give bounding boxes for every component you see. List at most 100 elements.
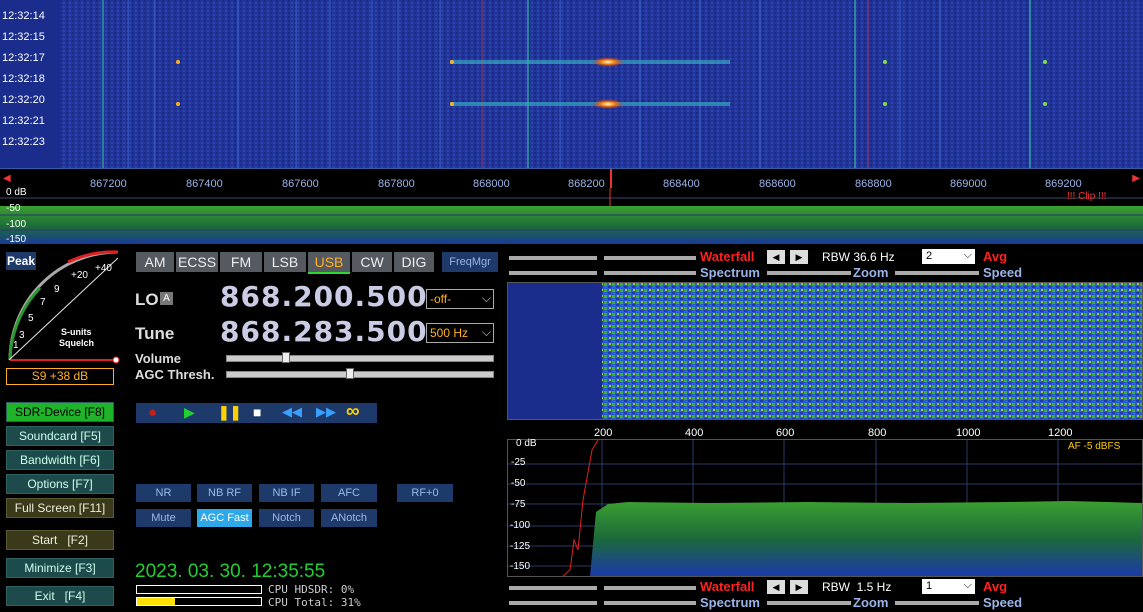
record-icon[interactable]: ● (148, 404, 157, 421)
rewind-icon[interactable]: ◀◀ (282, 404, 302, 420)
s-meter-scale: 1 (13, 340, 19, 351)
lo-lock-badge[interactable]: A (160, 292, 173, 305)
lo-step-select[interactable]: -off- ⌵ (426, 289, 494, 309)
squelch-label: Squelch (59, 338, 95, 348)
pause-icon[interactable]: ❚❚ (218, 404, 241, 421)
s-meter-scale: 5 (28, 313, 34, 324)
start-button[interactable]: Start [F2] (6, 530, 114, 550)
upper-rbw-label: RBW 36.6 Hz (822, 250, 895, 264)
lower-spectrum-slider-1[interactable] (509, 601, 597, 605)
audio-db-label: -75 (511, 499, 526, 510)
lower-waterfall-slider-1[interactable] (509, 586, 597, 590)
lower-spectrum-slider-2[interactable] (604, 601, 696, 605)
soundcard-button[interactable]: Soundcard [F5] (6, 426, 114, 446)
audio-spectrum-graphic (508, 439, 1142, 577)
main-waterfall[interactable]: 12:32:14 12:32:15 12:32:17 12:32:18 12:3… (0, 0, 1143, 168)
mode-fm-button[interactable]: FM (220, 252, 262, 272)
nb-rf-button[interactable]: NB RF (197, 484, 252, 502)
freq-manager-button[interactable]: FreqMgr (442, 252, 498, 272)
options-button[interactable]: Options [F7] (6, 474, 114, 494)
mute-button[interactable]: Mute (136, 509, 191, 527)
upper-rbw-decrease-icon[interactable]: ◀ (767, 250, 785, 264)
audio-db-label: -25 (511, 457, 526, 468)
audio-db-label: 0 dB (516, 438, 537, 449)
upper-waterfall-slider-1[interactable] (509, 256, 597, 260)
main-spectrum-graphic (0, 188, 1143, 244)
mode-am-button[interactable]: AM (136, 252, 174, 272)
lo-label: LO (135, 290, 159, 309)
minimize-button[interactable]: Minimize [F3] (6, 558, 114, 578)
mode-usb-button[interactable]: USB (308, 252, 350, 274)
waterfall-time-label: 12:32:20 (2, 94, 45, 106)
upper-rbw-increase-icon[interactable]: ▶ (790, 250, 808, 264)
audio-tick: 600 (776, 427, 795, 439)
upper-zoom-label: Zoom (853, 265, 889, 280)
bandwidth-button[interactable]: Bandwidth [F6] (6, 450, 114, 470)
lower-rbw-increase-icon[interactable]: ▶ (790, 580, 808, 594)
db-label: -50 (6, 203, 21, 214)
agc-threshold-thumb[interactable] (346, 368, 354, 379)
nb-if-button[interactable]: NB IF (259, 484, 314, 502)
volume-slider[interactable] (226, 355, 494, 362)
lower-speed-slider[interactable] (895, 601, 979, 605)
s-meter-scale: 7 (40, 297, 46, 308)
fullscreen-button[interactable]: Full Screen [F11] (6, 498, 114, 518)
lower-waterfall-slider-2[interactable] (604, 586, 696, 590)
lower-avg-select[interactable]: 1 ⌵ (922, 579, 975, 594)
anotch-button[interactable]: ANotch (321, 509, 377, 527)
lower-waterfall-label: Waterfall (700, 579, 755, 594)
frequency-axis[interactable]: ◀ ▶ 867200 867400 867600 867800 868000 8… (0, 168, 1143, 190)
nr-button[interactable]: NR (136, 484, 191, 502)
volume-label: Volume (135, 351, 181, 366)
volume-slider-thumb[interactable] (282, 352, 290, 363)
loop-icon[interactable]: ∞ (346, 401, 360, 423)
scroll-right-icon[interactable]: ▶ (1132, 173, 1140, 184)
lower-rbw-label: RBW 1.5 Hz (822, 580, 892, 594)
mode-dig-button[interactable]: DIG (394, 252, 434, 272)
cpu-hdsdr-text: CPU HDSDR: 0% (268, 583, 355, 596)
upper-avg-select[interactable]: 2 ⌵ (922, 249, 975, 264)
agc-threshold-slider[interactable] (226, 371, 494, 378)
tune-step-select[interactable]: 500 Hz ⌵ (426, 323, 494, 343)
audio-waterfall[interactable] (507, 282, 1143, 420)
play-icon[interactable]: ▶ (184, 404, 195, 421)
main-waterfall-graphic (0, 0, 1143, 168)
agc-threshold-label: AGC Thresh. (135, 367, 215, 382)
tune-frequency-display[interactable]: 868.283.500 (220, 315, 428, 348)
upper-waterfall-slider-2[interactable] (604, 256, 696, 260)
upper-speed-label: Speed (983, 265, 1023, 280)
audio-tick: 800 (868, 427, 887, 439)
notch-button[interactable]: Notch (259, 509, 314, 527)
mode-cw-button[interactable]: CW (352, 252, 392, 272)
mode-lsb-button[interactable]: LSB (264, 252, 306, 272)
upper-spectrum-slider-2[interactable] (604, 271, 696, 275)
lo-frequency-display[interactable]: 868.200.500 (220, 280, 428, 313)
upper-speed-slider[interactable] (895, 271, 979, 275)
chevron-down-icon: ⌵ (963, 579, 972, 591)
db-label: -150 (6, 234, 27, 245)
upper-spectrum-slider-1[interactable] (509, 271, 597, 275)
lower-avg-label: Avg (983, 579, 1008, 594)
chevron-down-icon: ⌵ (481, 325, 491, 339)
clock-display: 2023. 03. 30. 12:35:55 (135, 561, 326, 582)
stop-icon[interactable]: ■ (253, 404, 261, 420)
waterfall-time-label: 12:32:21 (2, 115, 45, 127)
exit-button[interactable]: Exit [F4] (6, 586, 114, 606)
audio-db-label: -100 (510, 520, 531, 531)
audio-spectrum[interactable]: 0 dB -25 -50 -75 -100 -125 -150 AF -5 dB… (507, 438, 1143, 577)
rf-gain-button[interactable]: RF+0 (397, 484, 453, 502)
scroll-left-icon[interactable]: ◀ (3, 173, 11, 184)
audio-frequency-axis: 200 400 600 800 1000 1200 (507, 419, 1141, 440)
lower-zoom-slider[interactable] (767, 601, 851, 605)
clip-indicator: !!! Clip !!! (1067, 191, 1107, 202)
agc-fast-button[interactable]: AGC Fast (197, 509, 252, 527)
upper-zoom-slider[interactable] (767, 271, 851, 275)
mode-ecss-button[interactable]: ECSS (176, 252, 218, 272)
s-meter-reading: S9 +38 dB (6, 368, 114, 385)
main-spectrum[interactable]: 0 dB -50 -100 -150 !!! Clip !!! (0, 187, 1143, 245)
lower-rbw-decrease-icon[interactable]: ◀ (767, 580, 785, 594)
s-units-label: S-units (61, 327, 92, 337)
fast-forward-icon[interactable]: ▶▶ (316, 404, 336, 420)
afc-button[interactable]: AFC (321, 484, 377, 502)
sdr-device-button[interactable]: SDR-Device [F8] (6, 402, 114, 422)
